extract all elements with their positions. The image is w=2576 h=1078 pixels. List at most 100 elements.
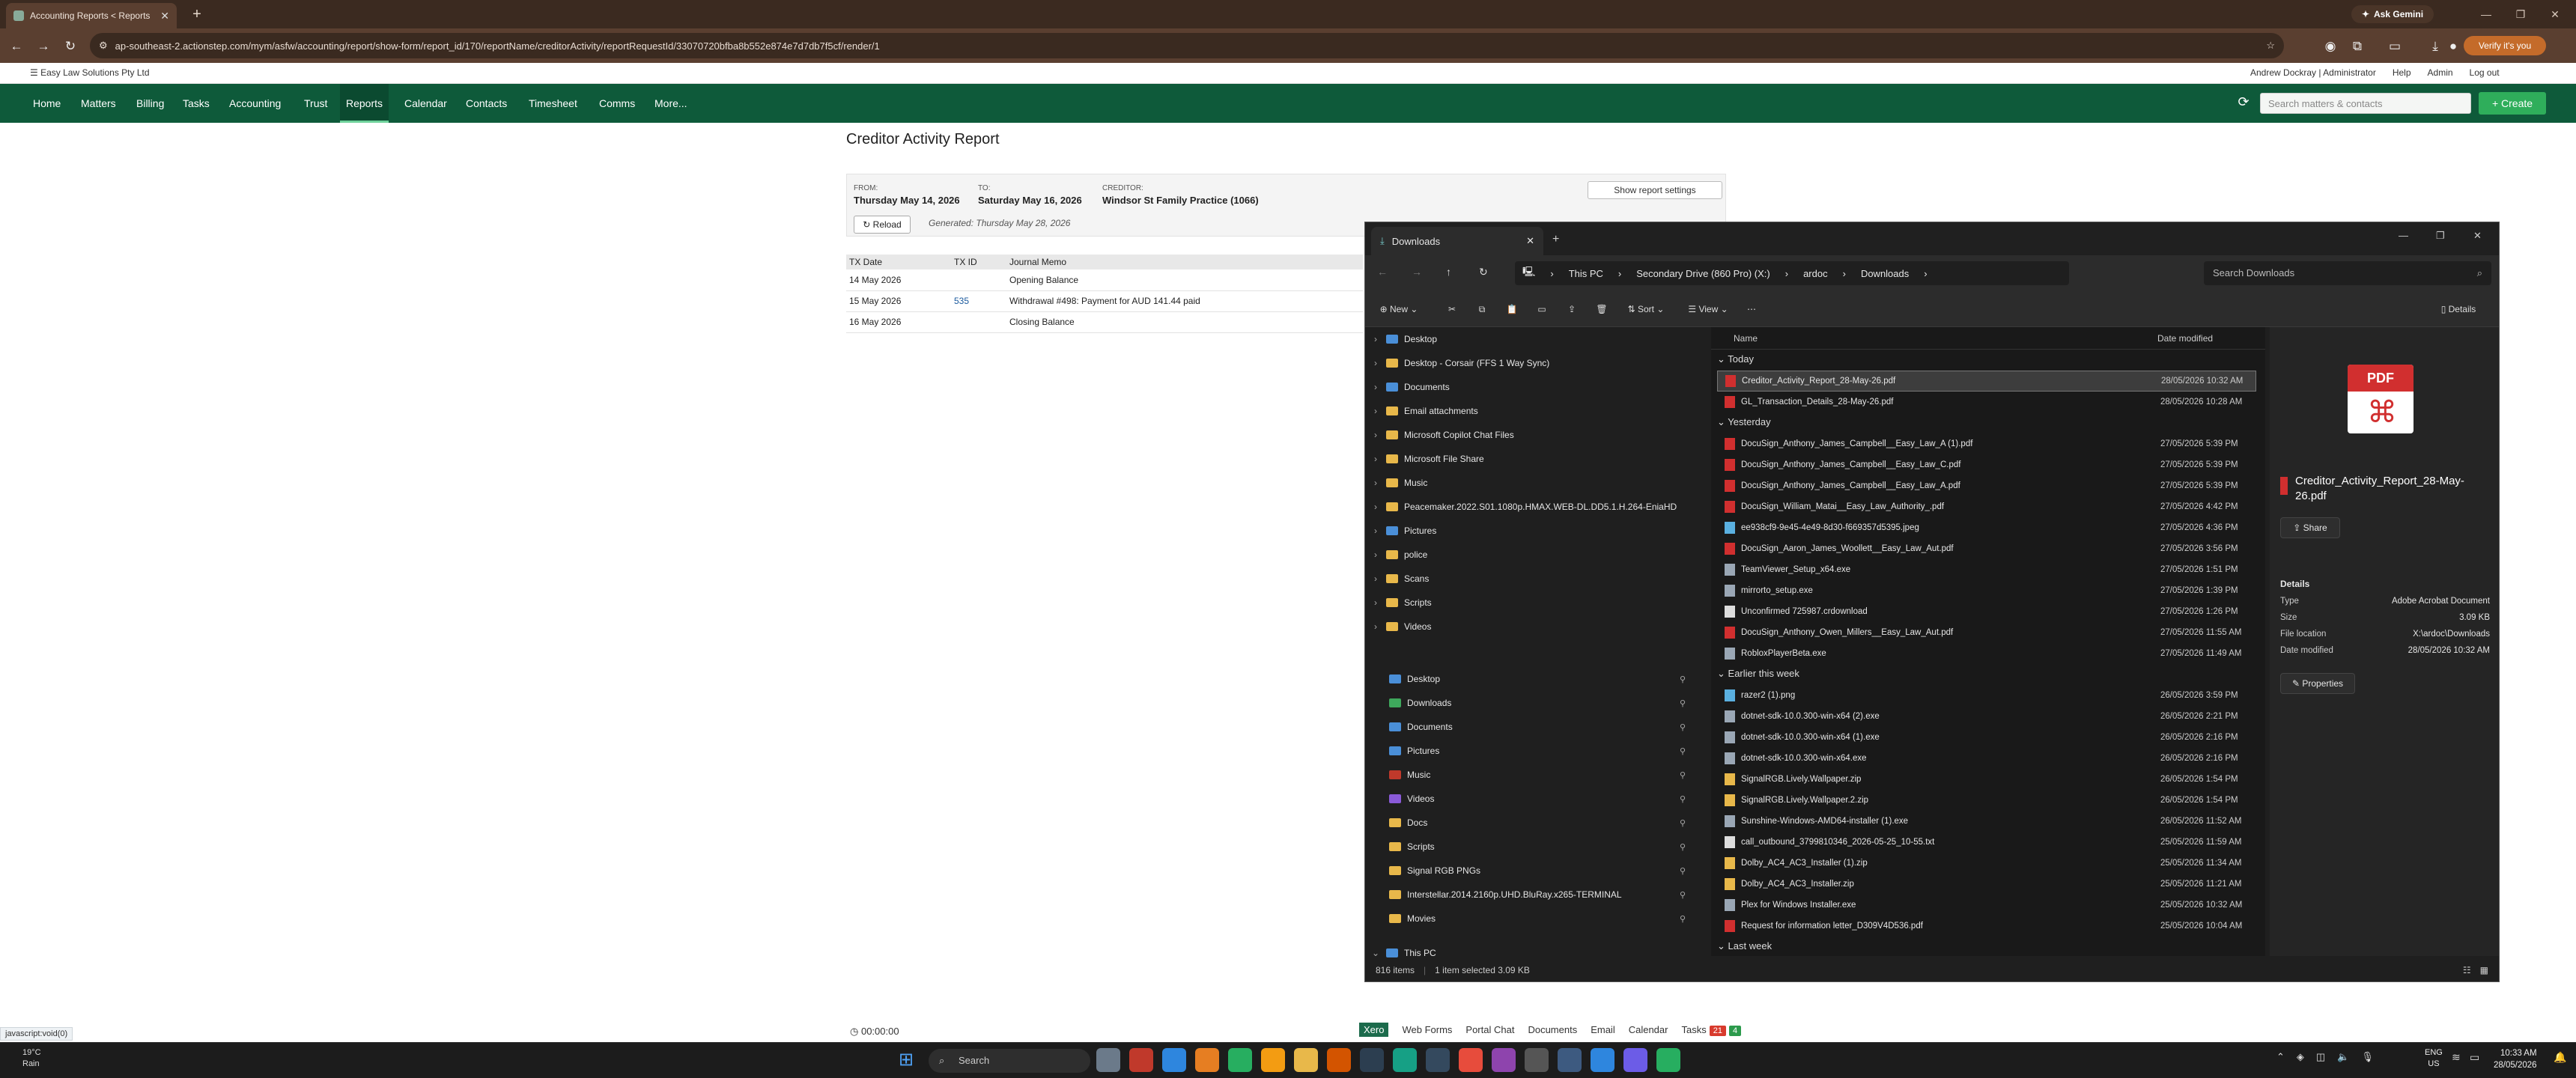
tx-id-link[interactable]: 535 [951, 290, 1006, 312]
nav-tree-item[interactable]: › Microsoft File Share [1365, 447, 1710, 471]
file-row[interactable]: Dolby_AC4_AC3_Installer (1).zip 25/05/202… [1717, 853, 2256, 874]
pin-icon[interactable]: ⚲ [1680, 698, 1686, 708]
xero-link[interactable]: Xero [1359, 1023, 1389, 1037]
nav-tree-item[interactable]: › Music [1365, 471, 1710, 495]
quick-access-item[interactable]: Pictures ⚲ [1365, 739, 1710, 763]
location-value[interactable]: X:\ardoc\Downloads [2352, 630, 2490, 639]
nav-tasks[interactable]: Tasks [180, 84, 213, 123]
forward-icon[interactable]: → [1412, 266, 1422, 278]
nav-this-pc[interactable]: ⌄ This PC [1365, 941, 1710, 965]
col-date-modified[interactable]: Date modified [2157, 333, 2213, 344]
details-view-icon[interactable]: ☷ [2463, 965, 2471, 975]
refresh-icon[interactable]: ↻ [1479, 266, 1488, 278]
weather-widget[interactable]: 19°C Rain [22, 1047, 41, 1070]
expand-chevron-icon[interactable]: › [1365, 526, 1386, 536]
address-bar[interactable]: ⚙ ap-southeast-2.actionstep.com/mym/asfw… [90, 33, 2284, 58]
language-indicator[interactable]: ENG US [2425, 1047, 2443, 1070]
nav-more[interactable]: More... [651, 84, 690, 123]
crumb-drive[interactable]: Secondary Drive (860 Pro) (X:) [1636, 268, 1770, 279]
group-collapse-icon[interactable]: ⌄ [1717, 416, 1725, 427]
file-group-header[interactable]: ⌄ Yesterday [1717, 412, 1771, 432]
portal-chat-link[interactable]: Portal Chat [1465, 1024, 1514, 1035]
maximize-button[interactable]: ❐ [2506, 4, 2536, 24]
delete-icon[interactable]: 🗑 [1590, 297, 1614, 321]
file-row[interactable]: Plex for Windows Installer.exe 25/05/2026… [1717, 895, 2256, 916]
file-row[interactable]: dotnet-sdk-10.0.300-win-x64 (1).exe 26/05… [1717, 727, 2256, 748]
edge-icon[interactable] [1162, 1048, 1186, 1072]
forward-icon[interactable]: → [34, 37, 52, 55]
tray-chevron-icon[interactable]: ⌃ [2276, 1051, 2285, 1063]
download-icon[interactable]: ⤓ [2426, 37, 2444, 55]
back-icon[interactable]: ← [7, 37, 25, 55]
mic-icon[interactable]: 🎙 [2361, 1051, 2374, 1063]
file-row[interactable]: razer2 (1).png 26/05/2026 3:59 PM [1717, 685, 2256, 706]
nav-tree-item[interactable]: › Documents [1365, 375, 1710, 399]
close-window-button[interactable]: ✕ [2540, 4, 2570, 24]
nav-tree-item[interactable]: › Scans [1365, 567, 1710, 591]
minimize-icon[interactable]: — [2399, 230, 2408, 241]
show-report-settings-button[interactable]: Show report settings [1588, 181, 1722, 199]
firefox-icon[interactable] [1195, 1048, 1219, 1072]
file-row[interactable]: DocuSign_Anthony_James_Campbell__Easy_La… [1717, 475, 2256, 496]
file-row[interactable]: TeamViewer_Setup_x64.exe 27/05/2026 1:51 … [1717, 559, 2256, 580]
file-row[interactable]: Request for information letter_D309V4D53… [1717, 916, 2256, 937]
expand-chevron-icon[interactable]: › [1365, 478, 1386, 488]
breadcrumb[interactable]: 🖳 › This PC › Secondary Drive (860 Pro) (X… [1515, 261, 2069, 285]
group-collapse-icon[interactable]: ⌄ [1717, 353, 1725, 365]
expand-chevron-icon[interactable]: › [1365, 382, 1386, 392]
view-button[interactable]: ☰ View ⌄ [1680, 297, 1737, 321]
volume-icon[interactable]: 🔈 [2337, 1051, 2349, 1063]
details-pane-button[interactable]: ▯ Details [2428, 297, 2488, 321]
search-app-icon[interactable] [1327, 1048, 1351, 1072]
wifi-icon[interactable]: ≋ [2452, 1051, 2461, 1064]
start-windows-icon[interactable]: ⊞ [899, 1050, 920, 1071]
new-button[interactable]: ⊕ New ⌄ [1373, 297, 1425, 321]
quick-access-item[interactable]: Documents ⚲ [1365, 715, 1710, 739]
quick-access-item[interactable]: Docs ⚲ [1365, 811, 1710, 835]
pin-icon[interactable]: ⚲ [1680, 770, 1686, 780]
logout-link[interactable]: Log out [2470, 67, 2500, 78]
help-link[interactable]: Help [2393, 67, 2411, 78]
close-tab-icon[interactable]: ✕ [160, 10, 169, 22]
file-row[interactable]: DocuSign_Anthony_James_Campbell__Easy_La… [1717, 433, 2256, 454]
file-group-header[interactable]: ⌄ Last week [1717, 937, 1772, 956]
nav-tree-item[interactable]: › police [1365, 543, 1710, 567]
file-row[interactable]: dotnet-sdk-10.0.300-win-x64.exe 26/05/202… [1717, 748, 2256, 769]
close-icon[interactable]: ✕ [2473, 230, 2482, 242]
app-green-icon[interactable] [1656, 1048, 1680, 1072]
web-forms-link[interactable]: Web Forms [1402, 1024, 1452, 1035]
reload-button[interactable]: ↻ Reload [854, 216, 911, 234]
whatsapp-icon[interactable] [1393, 1048, 1417, 1072]
nav-home[interactable]: Home [30, 84, 64, 123]
pin-icon[interactable]: ⚲ [1680, 674, 1686, 684]
nav-matters[interactable]: Matters [78, 84, 119, 123]
file-row[interactable]: GL_Transaction_Details_28-May-26.pdf 28/0… [1717, 392, 2256, 412]
group-collapse-icon[interactable]: ⌄ [1717, 940, 1725, 951]
pin-icon[interactable]: ⚲ [1680, 746, 1686, 756]
expand-chevron-icon[interactable]: › [1365, 358, 1386, 368]
nav-tree-item[interactable]: › Desktop [1365, 327, 1710, 351]
nav-tree-item[interactable]: › Videos [1365, 615, 1710, 639]
battery-icon[interactable]: ▭ [2470, 1051, 2479, 1064]
file-row[interactable]: SignalRGB.Lively.Wallpaper.2.zip 26/05/20… [1717, 790, 2256, 811]
file-group-header[interactable]: ⌄ Earlier this week [1717, 664, 1799, 683]
outlook-icon[interactable] [1360, 1048, 1384, 1072]
back-icon[interactable]: ← [1377, 266, 1388, 278]
expand-chevron-icon[interactable]: › [1365, 597, 1386, 608]
file-row[interactable]: mirrorto_setup.exe 27/05/2026 1:39 PM [1717, 580, 2256, 601]
quick-access-item[interactable]: Downloads ⚲ [1365, 691, 1710, 715]
email-link[interactable]: Email [1591, 1024, 1615, 1035]
documents-link[interactable]: Documents [1528, 1024, 1577, 1035]
clock[interactable]: 10:33 AM 28/05/2026 [2494, 1047, 2537, 1071]
tasks-link[interactable]: Tasks 21 4 [1681, 1024, 1742, 1036]
calendar-link[interactable]: Calendar [1629, 1024, 1668, 1035]
pin-icon[interactable]: ⚲ [1680, 890, 1686, 900]
notifications-icon[interactable]: 🔔 [2554, 1051, 2566, 1064]
pin-icon[interactable]: ⚲ [1680, 914, 1686, 924]
timer[interactable]: ◷ 00:00:00 [850, 1026, 899, 1038]
extension-icon[interactable]: ◉ [2321, 37, 2339, 55]
quick-access-item[interactable]: Desktop ⚲ [1365, 667, 1710, 691]
file-row[interactable]: ee938cf9-9e45-4e49-8d30-f669357d5395.jpe… [1717, 517, 2256, 538]
quick-access-item[interactable]: Videos ⚲ [1365, 787, 1710, 811]
tiles-view-icon[interactable]: ▦ [2480, 965, 2488, 975]
